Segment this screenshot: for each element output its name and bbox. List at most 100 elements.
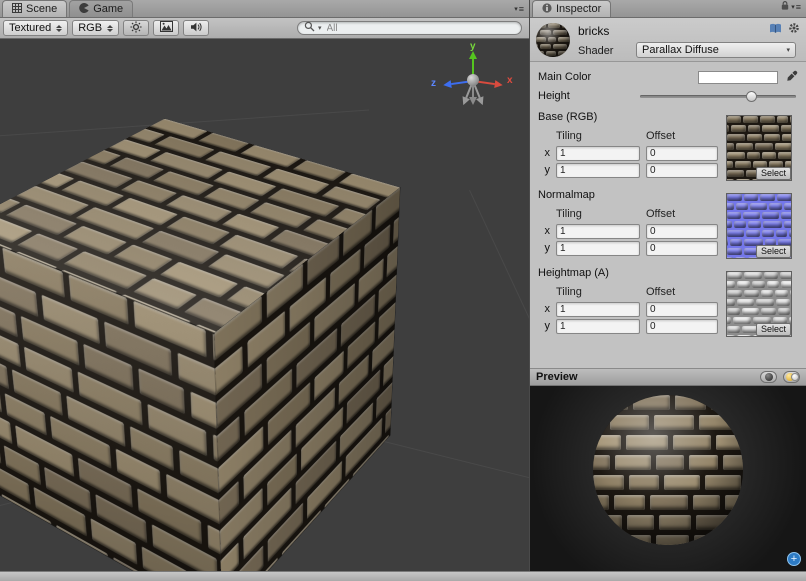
normal-offset-x-input[interactable] [646, 224, 718, 239]
brick [727, 299, 735, 306]
map-row-y: y [540, 162, 720, 178]
normal-select-button[interactable]: Select [756, 245, 791, 258]
brick [747, 152, 760, 159]
inspector-pane-menu[interactable]: ▾≡ [777, 0, 804, 17]
preview-light-button[interactable] [783, 371, 800, 383]
search-input[interactable] [325, 22, 515, 35]
tab-scene[interactable]: Scene [2, 0, 67, 17]
add-preview-button[interactable]: + [787, 552, 801, 566]
brick-row [727, 272, 791, 279]
render-mode-dropdown[interactable]: Textured [3, 20, 68, 36]
brick [727, 281, 735, 288]
brick-row [727, 230, 791, 237]
height-slider-thumb[interactable] [746, 91, 757, 102]
brick [776, 230, 787, 237]
brick [755, 143, 773, 150]
chevron-down-icon: ▾ [514, 5, 518, 13]
height-slider[interactable] [640, 95, 796, 98]
gizmo-center[interactable] [467, 74, 479, 86]
offset-header: Offset [646, 130, 718, 142]
height-select-button[interactable]: Select [756, 323, 791, 336]
height-offset-x-input[interactable] [646, 302, 718, 317]
main-color-swatch[interactable] [698, 71, 778, 84]
brick-row [727, 308, 791, 315]
help-book-icon[interactable] [769, 23, 782, 37]
scene-audio-toggle[interactable] [183, 20, 209, 36]
material-name: bricks [578, 24, 609, 38]
x-axis-label: x [540, 225, 550, 237]
brick [737, 335, 751, 336]
normal-offset-y-input[interactable] [646, 241, 718, 256]
brick [790, 116, 791, 123]
gear-icon[interactable] [788, 22, 800, 37]
scene-pane-menu-icon[interactable]: ▾≡ [511, 4, 527, 17]
brick-row [727, 194, 791, 201]
brick [737, 299, 754, 306]
base-texture-thumbnail[interactable]: Select [726, 115, 792, 181]
brick [760, 116, 775, 123]
brick-cube [70, 168, 318, 519]
brick [750, 203, 767, 210]
normal-tiling-y-input[interactable] [556, 241, 640, 256]
brick [593, 535, 605, 545]
lock-icon[interactable] [780, 0, 790, 11]
brick [744, 290, 759, 297]
height-tiling-x-input[interactable] [556, 302, 640, 317]
preview-model-button[interactable] [760, 371, 777, 383]
height-tiling-y-input[interactable] [556, 319, 640, 334]
brick [302, 527, 328, 571]
brick [748, 125, 760, 132]
scene-toolbar: Textured RGB [0, 18, 529, 39]
tab-game[interactable]: Game [69, 0, 133, 17]
brick [781, 212, 791, 219]
tiling-header: Tiling [556, 130, 640, 142]
brick [730, 239, 742, 246]
scene-orientation-gizmo[interactable]: y x z [429, 42, 515, 120]
scene-lighting-toggle[interactable] [123, 20, 149, 36]
brick [727, 221, 732, 228]
brick-row [727, 116, 791, 123]
inspector-body: bricks Shader Parallax Diffuse ▾ [530, 18, 806, 571]
brick [332, 496, 356, 543]
base-tiling-x-input[interactable] [556, 146, 640, 161]
landscape-icon [160, 21, 173, 35]
channel-dropdown[interactable]: RGB [72, 20, 119, 36]
sphere-shading [593, 395, 743, 545]
base-offset-x-input[interactable] [646, 146, 718, 161]
brick [767, 281, 779, 288]
tab-inspector[interactable]: Inspector [532, 0, 611, 17]
eyedropper-icon[interactable] [786, 70, 798, 85]
normal-tiling-x-input[interactable] [556, 224, 640, 239]
height-offset-y-input[interactable] [646, 319, 718, 334]
scene-grid-icon [12, 3, 22, 13]
y-axis-label: y [540, 242, 550, 254]
brick [727, 326, 740, 333]
brick [731, 125, 746, 132]
heightmap-texture-thumbnail[interactable]: Select [726, 271, 792, 337]
render-mode-value: Textured [9, 22, 51, 34]
offset-header: Offset [646, 208, 718, 220]
gizmo-label-z: z [431, 78, 436, 89]
scene-viewport[interactable]: y x z [0, 40, 529, 571]
scene-search-field[interactable]: ▾ [297, 21, 522, 35]
gizmo-label-y: y [470, 41, 476, 52]
map-block-base: Base (RGB) Tiling Offset x y [538, 111, 798, 183]
base-select-button[interactable]: Select [756, 167, 791, 180]
shader-dropdown[interactable]: Parallax Diffuse ▾ [636, 42, 796, 58]
search-icon [304, 21, 315, 35]
preview-header[interactable]: Preview [530, 368, 806, 386]
brick [781, 281, 791, 288]
material-properties: Main Color Height Base (RGB) [530, 62, 806, 339]
brick [42, 541, 95, 571]
base-tiling-y-input[interactable] [556, 163, 640, 178]
base-offset-y-input[interactable] [646, 163, 718, 178]
brick [359, 458, 390, 512]
brick [736, 143, 753, 150]
map-row-y: y [540, 240, 720, 256]
scene-skybox-toggle[interactable] [153, 20, 179, 36]
brick-row [727, 290, 791, 297]
normalmap-texture-thumbnail[interactable]: Select [726, 193, 792, 259]
preview-viewport[interactable]: + [530, 386, 806, 571]
brick [190, 391, 216, 429]
brick [777, 116, 788, 123]
